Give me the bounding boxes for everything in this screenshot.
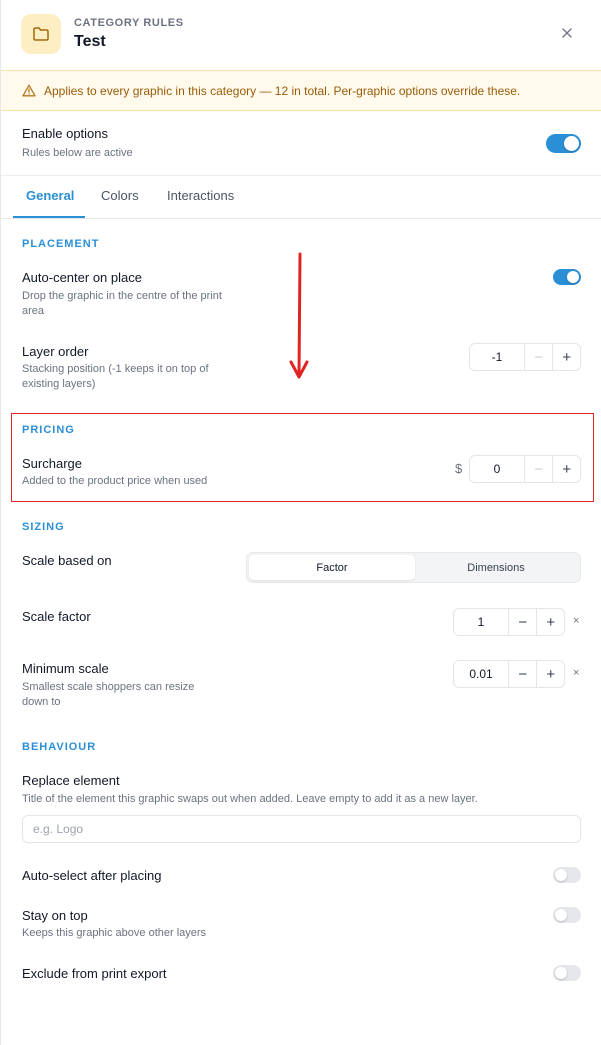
auto-select-toggle[interactable] <box>553 867 581 883</box>
stay-on-top-label: Stay on top <box>22 908 88 923</box>
replace-element-label: Replace element <box>22 773 120 788</box>
minimum-scale-value[interactable]: 0.01 <box>454 661 509 687</box>
folder-icon <box>21 14 61 54</box>
layer-order-label: Layer order <box>22 344 89 359</box>
tab-general[interactable]: General <box>26 188 74 203</box>
minimum-scale-label: Minimum scale <box>22 661 109 676</box>
scale-based-on-segmented: Factor Dimensions <box>246 552 581 583</box>
layer-order-sub: Stacking position (-1 keeps it on top of… <box>22 363 209 390</box>
tab-colors[interactable]: Colors <box>101 188 139 203</box>
minimum-scale-increment-button[interactable]: + <box>536 661 564 687</box>
auto-center-sub: Drop the graphic in the centre of the pr… <box>22 290 222 317</box>
exclude-export-toggle[interactable] <box>553 965 581 981</box>
scale-based-on-label: Scale based on <box>22 553 112 568</box>
enable-options-sub: Rules below are active <box>22 147 133 159</box>
section-behaviour-heading: BEHAVIOUR <box>22 741 97 753</box>
minimum-scale-sub: Smallest scale shoppers can resize down … <box>22 681 195 708</box>
minimum-scale-clear-icon[interactable]: × <box>573 667 579 679</box>
scale-factor-increment-button[interactable]: + <box>536 609 564 635</box>
close-icon[interactable] <box>557 23 577 43</box>
replace-element-sub: Title of the element this graphic swaps … <box>22 793 478 805</box>
exclude-export-label: Exclude from print export <box>22 966 167 981</box>
minimum-scale-stepper: 0.01 − + <box>453 660 565 688</box>
scale-factor-decrement-button[interactable]: − <box>509 609 536 635</box>
pricing-highlight-box <box>11 413 594 502</box>
panel-title: Test <box>74 33 106 50</box>
scale-factor-label: Scale factor <box>22 609 91 624</box>
enable-options-label: Enable options <box>22 126 109 141</box>
auto-select-label: Auto-select after placing <box>22 868 162 883</box>
category-rules-panel: CATEGORY RULES Test Applies to every gra… <box>0 0 601 1045</box>
minimum-scale-decrement-button[interactable]: − <box>509 661 536 687</box>
replace-element-input[interactable] <box>22 815 581 843</box>
section-sizing-heading: SIZING <box>22 521 65 533</box>
auto-center-toggle[interactable] <box>553 269 581 285</box>
info-banner: Applies to every graphic in this categor… <box>1 70 601 111</box>
panel-eyebrow: CATEGORY RULES <box>74 17 184 29</box>
warning-icon <box>22 84 36 97</box>
scale-factor-value[interactable]: 1 <box>454 609 509 635</box>
layer-order-value[interactable]: -1 <box>470 344 525 370</box>
stay-on-top-sub: Keeps this graphic above other layers <box>22 927 207 939</box>
banner-text: Applies to every graphic in this categor… <box>44 83 521 98</box>
scale-factor-clear-icon[interactable]: × <box>573 615 579 627</box>
enable-options-row: Enable options Rules below are active <box>1 111 601 176</box>
red-arrow-down-icon <box>289 252 309 379</box>
section-placement-heading: PLACEMENT <box>22 238 100 250</box>
layer-order-decrement-button[interactable]: − <box>525 344 552 370</box>
active-tab-indicator <box>13 216 85 218</box>
auto-center-label: Auto-center on place <box>22 270 142 285</box>
segment-factor[interactable]: Factor <box>249 555 415 580</box>
scale-factor-stepper: 1 − + <box>453 608 565 636</box>
tab-bar: General Colors Interactions <box>1 176 601 219</box>
layer-order-increment-button[interactable]: + <box>552 344 580 370</box>
segment-dimensions[interactable]: Dimensions <box>413 555 579 580</box>
layer-order-stepper: -1 − + <box>469 343 581 371</box>
tab-interactions[interactable]: Interactions <box>167 188 234 203</box>
panel-header: CATEGORY RULES Test <box>1 0 601 70</box>
stay-on-top-toggle[interactable] <box>553 907 581 923</box>
enable-options-toggle[interactable] <box>546 134 581 153</box>
